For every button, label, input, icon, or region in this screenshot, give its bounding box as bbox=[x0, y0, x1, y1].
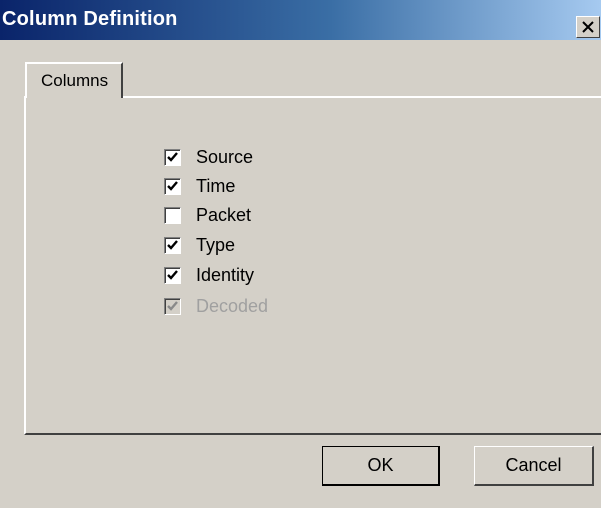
ok-button[interactable]: OK bbox=[322, 446, 440, 486]
checkbox-source[interactable]: Source bbox=[164, 147, 364, 170]
checkbox-identity-label: Identity bbox=[196, 265, 255, 285]
checkbox-type[interactable]: Type bbox=[164, 235, 364, 258]
dialog-window: Column Definition Columns Source Time Pa… bbox=[0, 0, 601, 508]
title-bar[interactable]: Column Definition bbox=[0, 0, 601, 40]
checkmark-icon bbox=[167, 152, 178, 162]
checkmark-icon bbox=[167, 240, 178, 250]
tab-columns[interactable]: Columns bbox=[25, 62, 123, 98]
window-title: Column Definition bbox=[2, 8, 178, 30]
checkbox-type-label: Type bbox=[196, 235, 236, 255]
checkbox-decoded-box bbox=[164, 298, 181, 315]
checkbox-identity-box[interactable] bbox=[164, 267, 181, 284]
checkbox-source-label: Source bbox=[196, 147, 254, 167]
checkbox-time-label: Time bbox=[196, 176, 236, 196]
checkbox-decoded: Decoded bbox=[164, 296, 364, 319]
checkbox-decoded-label: Decoded bbox=[196, 296, 269, 316]
tab-columns-label: Columns bbox=[41, 71, 109, 90]
checkmark-icon bbox=[167, 181, 178, 191]
close-button[interactable] bbox=[576, 16, 600, 38]
checkbox-type-box[interactable] bbox=[164, 237, 181, 254]
checkbox-identity[interactable]: Identity bbox=[164, 265, 364, 288]
checkbox-source-box[interactable] bbox=[164, 149, 181, 166]
checkbox-time-box[interactable] bbox=[164, 178, 181, 195]
checkbox-packet-label: Packet bbox=[196, 205, 252, 225]
cancel-button[interactable]: Cancel bbox=[474, 446, 594, 486]
checkbox-packet-box[interactable] bbox=[164, 207, 181, 224]
close-icon bbox=[582, 21, 594, 33]
checkmark-icon bbox=[167, 270, 178, 280]
checkmark-icon bbox=[167, 301, 178, 311]
checkbox-packet[interactable]: Packet bbox=[164, 205, 364, 228]
checkbox-time[interactable]: Time bbox=[164, 176, 364, 199]
